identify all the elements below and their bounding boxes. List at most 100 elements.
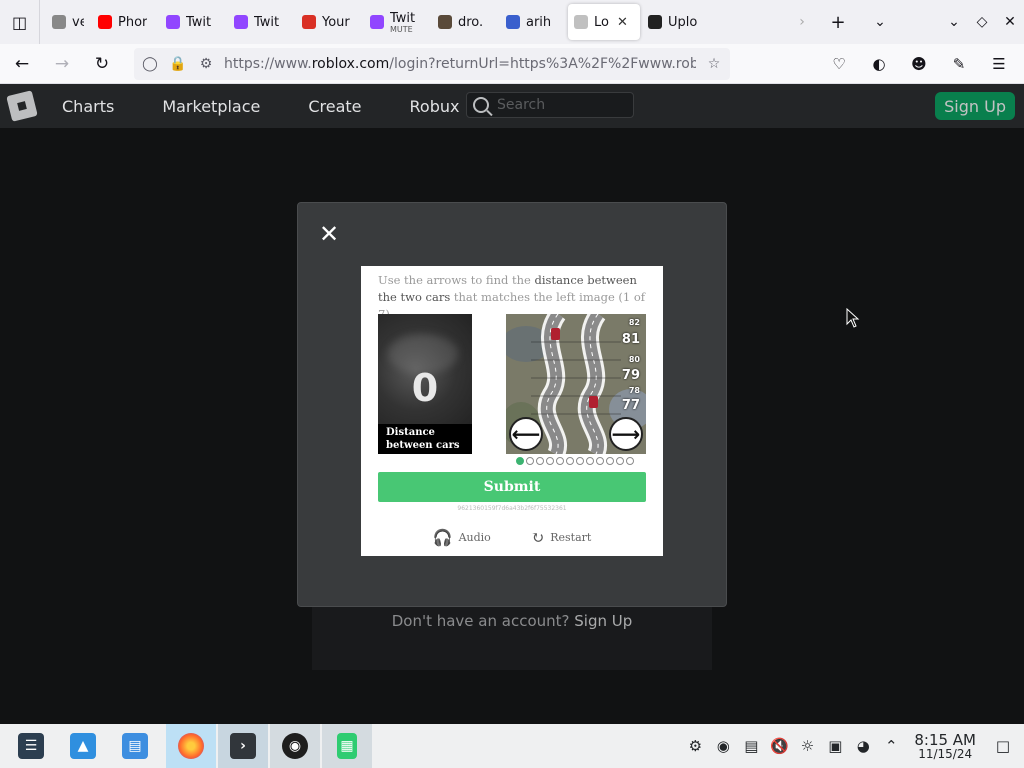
tab-list: ve Phor Twit Twit Your Twit MUTE dro. arih Lo ✕ Upl… <box>46 4 708 40</box>
mouse-cursor-icon <box>846 308 860 328</box>
twitch-icon <box>370 15 384 29</box>
taskbar-discover-app[interactable]: ▲ <box>62 724 104 768</box>
browser-tab[interactable]: Twit <box>160 4 226 40</box>
padlock-icon[interactable]: 🔒 <box>168 56 188 72</box>
next-arrow-button[interactable]: ⟶ <box>609 417 643 451</box>
bookmark-star-icon[interactable]: ☆ <box>704 56 724 72</box>
nav-robux[interactable]: Robux <box>410 97 460 116</box>
brightness-icon[interactable]: ☼ <box>796 735 818 757</box>
nav-marketplace[interactable]: Marketplace <box>162 97 260 116</box>
tab-strip-controls: › + ⌄ ⌄ ◇ ✕ <box>788 0 1024 44</box>
headphones-icon: 🎧 <box>432 528 453 547</box>
image-position-dots <box>516 457 634 465</box>
power-gauge-icon[interactable]: ◕ <box>852 735 874 757</box>
browser-tab[interactable]: Twit MUTE <box>364 4 430 40</box>
tab-strip: ◫ ve Phor Twit Twit Your Twit MUTE dro. arih Lo ✕ U… <box>0 0 1024 44</box>
youtube-icon <box>98 15 112 29</box>
back-icon[interactable]: ← <box>4 48 40 80</box>
clipboard-icon[interactable]: ▤ <box>740 735 762 757</box>
twitch-icon <box>234 15 248 29</box>
tab-title: Twit <box>390 10 416 26</box>
window-restore-icon[interactable]: ◇ <box>968 0 996 44</box>
browser-tab[interactable]: Twit <box>228 4 294 40</box>
volume-muted-icon[interactable]: 🔇 <box>768 735 790 757</box>
position-dot <box>526 457 534 465</box>
gmail-icon <box>302 15 316 29</box>
obs-tray-icon[interactable]: ◉ <box>712 735 734 757</box>
browser-tab[interactable]: Your <box>296 4 362 40</box>
browser-tab[interactable]: ve <box>46 4 90 40</box>
submit-button[interactable]: Submit <box>378 472 646 502</box>
browser-tab[interactable]: arih <box>500 4 566 40</box>
restart-button[interactable]: ↻ Restart <box>531 528 592 547</box>
close-tab-icon[interactable]: ✕ <box>617 15 628 30</box>
tab-muted-label: MUTE <box>390 24 413 34</box>
window-minimize-icon[interactable]: ⌄ <box>940 0 968 44</box>
tracking-protection-shield-icon[interactable]: ◯ <box>140 56 160 72</box>
taskbar-terminal-app[interactable]: › <box>218 724 268 768</box>
pocket-icon[interactable]: ♡ <box>822 48 856 80</box>
sync-icon[interactable]: ◐ <box>862 48 896 80</box>
storage-icon[interactable]: ▣ <box>824 735 846 757</box>
tab-title: Phor <box>118 14 148 30</box>
nav-charts[interactable]: Charts <box>62 97 114 116</box>
list-all-tabs-icon[interactable]: ⌄ <box>866 0 894 44</box>
position-dot <box>536 457 544 465</box>
position-dot <box>556 457 564 465</box>
steam-icon[interactable]: ⚙ <box>684 735 706 757</box>
extensions-icon[interactable]: ✎ <box>942 48 976 80</box>
previous-arrow-button[interactable]: ⟵ <box>509 417 543 451</box>
position-dot <box>616 457 624 465</box>
audio-challenge-button[interactable]: 🎧 Audio <box>433 528 491 547</box>
challenge-image: 82 81 80 79 78 77 ⟵ ⟶ <box>506 314 646 454</box>
distance-marker: 80 <box>628 355 640 364</box>
account-icon[interactable]: ☻ <box>902 48 936 80</box>
tab-title: arih <box>526 14 552 30</box>
taskbar-files-app[interactable]: ▤ <box>114 724 156 768</box>
reload-icon[interactable]: ↻ <box>84 48 120 80</box>
roblox-logo-icon[interactable] <box>6 90 38 122</box>
taskbar-settings-app[interactable]: ☰ <box>10 724 52 768</box>
permissions-key-icon[interactable]: ⚙ <box>196 56 216 72</box>
window-close-icon[interactable]: ✕ <box>996 0 1024 44</box>
navigation-toolbar: ← → ↻ ◯ 🔒 ⚙ https://www.roblox.com/login… <box>0 44 1024 84</box>
browser-tab[interactable]: Phor <box>92 4 158 40</box>
folder-icon: ▤ <box>122 733 148 759</box>
scroll-tabs-right-icon[interactable]: › <box>788 0 816 44</box>
browser-tab[interactable]: Uplo <box>642 4 708 40</box>
reference-caption: Distance between cars <box>378 424 472 454</box>
browser-tab[interactable]: Lo ✕ <box>568 4 640 40</box>
taskbar-spreadsheet-app[interactable]: ▦ <box>322 724 372 768</box>
url-bar[interactable]: ◯ 🔒 ⚙ https://www.roblox.com/login?retur… <box>134 47 730 80</box>
position-dot <box>606 457 614 465</box>
clock[interactable]: 8:15 AM 11/15/24 <box>914 732 976 761</box>
tab-overview-icon[interactable]: ◫ <box>0 0 40 44</box>
position-dot <box>626 457 634 465</box>
distance-marker: 79 <box>621 368 640 383</box>
url-text[interactable]: https://www.roblox.com/login?returnUrl=h… <box>224 56 696 72</box>
no-account-text: Don't have an account? Sign Up <box>391 612 633 630</box>
close-icon[interactable]: ✕ <box>318 222 340 246</box>
header-signup-button[interactable]: Sign Up <box>935 92 1015 120</box>
menu-hamburger-icon[interactable]: ☰ <box>982 48 1016 80</box>
archive-icon <box>648 15 662 29</box>
taskbar-obs-app[interactable]: ◉ <box>270 724 320 768</box>
position-dot <box>516 457 524 465</box>
tray-expand-chevron-icon[interactable]: ⌃ <box>880 735 902 757</box>
back-arrow-icon <box>52 15 66 29</box>
taskbar-firefox-app[interactable] <box>166 724 216 768</box>
show-desktop-icon[interactable]: □ <box>992 735 1014 757</box>
site-search-input[interactable]: Search <box>466 92 634 118</box>
new-tab-icon[interactable]: + <box>824 0 852 44</box>
forward-icon[interactable]: → <box>44 48 80 80</box>
position-dot <box>586 457 594 465</box>
position-dot <box>596 457 604 465</box>
position-dot <box>566 457 574 465</box>
system-tray: ⚙ ◉ ▤ 🔇 ☼ ▣ ◕ ⌃ 8:15 AM 11/15/24 □ <box>684 732 1014 761</box>
tab-title: Twit <box>254 14 280 30</box>
browser-tab[interactable]: dro. <box>432 4 498 40</box>
signup-link[interactable]: Sign Up <box>574 612 632 630</box>
captcha-challenge: Use the arrows to find the distance betw… <box>361 266 663 556</box>
store-bag-icon: ▲ <box>70 733 96 759</box>
nav-create[interactable]: Create <box>308 97 361 116</box>
